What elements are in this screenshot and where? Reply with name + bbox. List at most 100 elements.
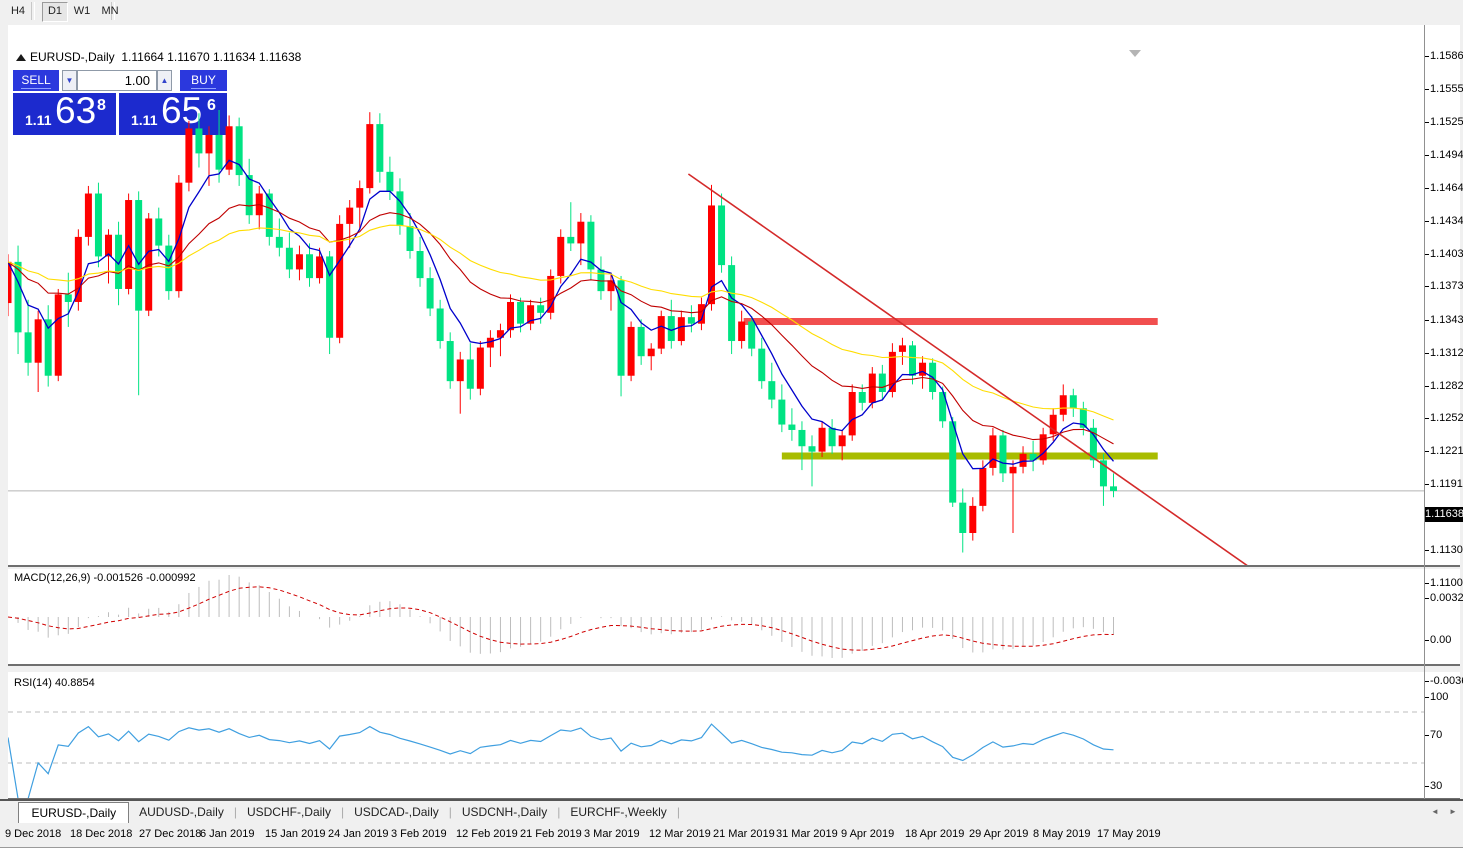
price-axis-label: 1.14945 xyxy=(1430,149,1463,161)
timeframe-button-mn[interactable]: MN xyxy=(98,2,122,20)
pane-separator[interactable] xyxy=(8,664,1460,673)
price-axis-label: 1.13735 xyxy=(1430,280,1463,292)
candle-body xyxy=(537,305,545,313)
candle-body xyxy=(728,265,736,342)
candle-body xyxy=(647,348,655,357)
rsi-line xyxy=(8,723,1114,798)
candle-body xyxy=(406,226,414,252)
candle-body xyxy=(476,347,484,389)
candle-body xyxy=(868,373,876,403)
candle-body xyxy=(949,421,957,503)
price-axis-label: 1.15860 xyxy=(1430,50,1463,62)
candle-body xyxy=(657,316,665,349)
support-level-band[interactable] xyxy=(781,452,1158,460)
candle-body xyxy=(798,429,806,447)
rsi-axis-tick xyxy=(1425,786,1429,787)
candle-body xyxy=(376,124,384,172)
macd-axis-tick xyxy=(1425,681,1429,682)
candle-body xyxy=(838,435,846,447)
symbol-tab-eurchf[interactable]: EURCHF-,Weekly xyxy=(560,801,676,824)
date-axis-label: 29 Apr 2019 xyxy=(969,828,1029,840)
candle-body xyxy=(356,188,364,208)
macd-axis-label: 0.003287 xyxy=(1430,592,1463,604)
candle-body xyxy=(24,332,32,363)
date-axis-label: 21 Feb 2019 xyxy=(520,828,582,840)
date-axis-label: 31 Mar 2019 xyxy=(776,828,838,840)
price-chart-pane[interactable] xyxy=(8,25,1424,565)
date-axis-label: 8 May 2019 xyxy=(1033,828,1091,840)
rsi-axis-label: 70 xyxy=(1430,729,1443,741)
candle-body xyxy=(758,348,766,382)
candle-body xyxy=(1019,453,1027,467)
date-axis-label: 3 Mar 2019 xyxy=(584,828,640,840)
price-axis-tick xyxy=(1425,353,1429,354)
candle-body xyxy=(195,128,203,154)
symbol-tab-usdcnh[interactable]: USDCNH-,Daily xyxy=(452,801,557,824)
candle-body xyxy=(677,317,685,342)
price-axis-border xyxy=(1424,25,1425,821)
tabs-scroll-left-icon[interactable]: ◄ xyxy=(1431,807,1439,816)
candle-body xyxy=(245,175,253,216)
candle-body xyxy=(567,236,575,244)
price-axis-label: 1.12520 xyxy=(1430,412,1463,424)
timeframe-toolbar: H4 D1 W1 MN xyxy=(0,0,1463,24)
price-axis-tick xyxy=(1425,221,1429,222)
candle-body xyxy=(185,128,193,183)
candle-body xyxy=(1059,395,1067,415)
date-axis-label: 3 Feb 2019 xyxy=(391,828,447,840)
price-axis-label: 1.11910 xyxy=(1430,478,1463,490)
chart-window: EURUSD-,Daily 1.11664 1.11670 1.11634 1.… xyxy=(0,23,1463,850)
candle-body xyxy=(366,124,374,189)
timeframe-button-h4[interactable]: H4 xyxy=(6,2,30,20)
moving-average-fast xyxy=(8,159,1114,470)
candle-body xyxy=(708,205,715,305)
candle-body xyxy=(436,308,444,342)
symbol-tab-usdcad[interactable]: USDCAD-,Daily xyxy=(344,801,449,824)
timeframe-button-d1[interactable]: D1 xyxy=(42,2,68,22)
timeframe-button-w1[interactable]: W1 xyxy=(70,2,94,20)
rsi-axis-label: 30 xyxy=(1430,780,1443,792)
candle-body xyxy=(818,427,826,452)
date-axis-label: 12 Mar 2019 xyxy=(649,828,711,840)
price-axis-label: 1.11000 xyxy=(1430,577,1463,589)
rsi-axis-tick xyxy=(1425,697,1429,698)
price-axis-tick xyxy=(1425,188,1429,189)
candle-body xyxy=(768,381,776,400)
date-axis-label: 21 Mar 2019 xyxy=(713,828,775,840)
candle-body xyxy=(54,294,62,376)
rsi-axis-label: 100 xyxy=(1430,691,1449,703)
price-axis-tick xyxy=(1425,286,1429,287)
candle-body xyxy=(969,505,977,533)
resistance-level-band[interactable] xyxy=(743,318,1158,326)
candle-body xyxy=(456,359,464,382)
candle-body xyxy=(1110,486,1117,491)
candle-body xyxy=(94,193,102,257)
symbol-tab-audusd[interactable]: AUDUSD-,Daily xyxy=(129,801,234,824)
candle-body xyxy=(858,392,866,403)
price-axis-tick xyxy=(1425,583,1429,584)
candle-body xyxy=(637,326,645,357)
candle-body xyxy=(295,254,303,270)
candle-body xyxy=(466,359,474,389)
price-axis-tick xyxy=(1425,451,1429,452)
price-axis-tick xyxy=(1425,484,1429,485)
candle-body xyxy=(84,193,92,237)
rsi-pane[interactable] xyxy=(8,674,1424,798)
candle-body xyxy=(909,345,916,376)
macd-axis-label: -0.003659 xyxy=(1430,675,1463,687)
candle-body xyxy=(416,251,424,279)
symbol-tab-eurusd[interactable]: EURUSD-,Daily xyxy=(18,802,130,823)
candle-body xyxy=(828,427,836,447)
candle-body xyxy=(285,247,293,270)
symbol-tab-usdchf[interactable]: USDCHF-,Daily xyxy=(237,801,341,824)
symbol-tab-bar: EURUSD-,Daily AUDUSD-,Daily | USDCHF-,Dail… xyxy=(0,799,1463,827)
tabs-scroll-right-icon[interactable]: ► xyxy=(1449,807,1457,816)
candle-body xyxy=(979,467,987,506)
pane-separator[interactable] xyxy=(8,565,1460,570)
price-axis-tick xyxy=(1425,89,1429,90)
candle-body xyxy=(878,373,886,393)
macd-pane[interactable] xyxy=(8,569,1424,663)
candle-body xyxy=(1069,395,1077,409)
price-axis-label: 1.12215 xyxy=(1430,445,1463,457)
price-axis-tick xyxy=(1425,418,1429,419)
